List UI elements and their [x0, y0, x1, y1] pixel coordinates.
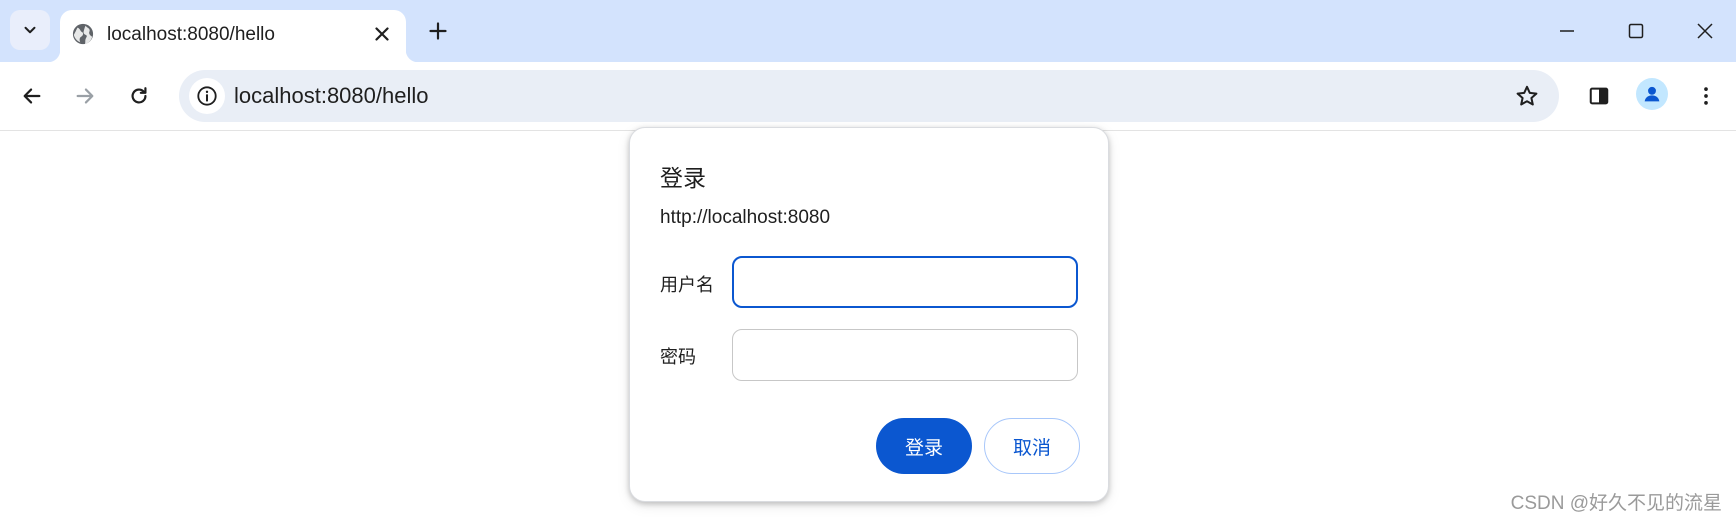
- reload-button[interactable]: [119, 76, 159, 116]
- side-panel-icon: [1589, 87, 1609, 105]
- profile-icon: [1644, 86, 1660, 102]
- kebab-menu-icon: [1704, 87, 1708, 105]
- star-icon: [1516, 85, 1538, 106]
- maximize-button[interactable]: [1616, 12, 1656, 50]
- side-panel-button[interactable]: [1579, 76, 1619, 116]
- forward-icon: [76, 88, 94, 104]
- back-icon: [23, 88, 41, 104]
- window-close-button[interactable]: [1685, 12, 1725, 50]
- new-tab-button[interactable]: [423, 16, 453, 46]
- close-icon: [375, 27, 389, 41]
- window-close-icon: [1697, 23, 1713, 39]
- plus-icon: [429, 22, 447, 40]
- tab-search-button[interactable]: [10, 10, 50, 50]
- minimize-button[interactable]: [1547, 12, 1587, 50]
- forward-button[interactable]: [65, 76, 105, 116]
- profile-button[interactable]: [1636, 78, 1668, 110]
- username-field[interactable]: [732, 256, 1078, 308]
- toolbar: localhost:8080/hello: [0, 62, 1736, 131]
- active-tab[interactable]: localhost:8080/hello: [48, 10, 418, 62]
- url-text[interactable]: localhost:8080/hello: [234, 83, 428, 109]
- globe-icon: [72, 23, 94, 45]
- password-field[interactable]: [732, 329, 1078, 381]
- tab-strip: localhost:8080/hello: [0, 0, 1736, 62]
- site-info-button[interactable]: [189, 78, 225, 114]
- tab-close-button[interactable]: [368, 20, 396, 48]
- tab-title: localhost:8080/hello: [107, 24, 275, 45]
- dialog-title: 登录: [660, 165, 706, 191]
- dialog-origin: http://localhost:8080: [660, 207, 831, 228]
- login-button[interactable]: 登录: [876, 418, 972, 474]
- minimize-icon: [1560, 30, 1574, 32]
- login-dialog: 登录 http://localhost:8080 用户名 密码 登录 取消: [629, 127, 1109, 502]
- tab-search-icon: [24, 26, 36, 34]
- address-bar[interactable]: localhost:8080/hello: [179, 70, 1559, 122]
- info-icon: [197, 86, 217, 106]
- menu-button[interactable]: [1686, 76, 1726, 116]
- password-label: 密码: [660, 347, 696, 367]
- cancel-button[interactable]: 取消: [984, 418, 1080, 474]
- back-button[interactable]: [12, 76, 52, 116]
- watermark: CSDN @好久不见的流星: [1510, 493, 1722, 514]
- username-label: 用户名: [660, 275, 714, 295]
- bookmark-button[interactable]: [1509, 78, 1545, 114]
- reload-icon: [131, 87, 147, 104]
- maximize-icon: [1628, 23, 1644, 39]
